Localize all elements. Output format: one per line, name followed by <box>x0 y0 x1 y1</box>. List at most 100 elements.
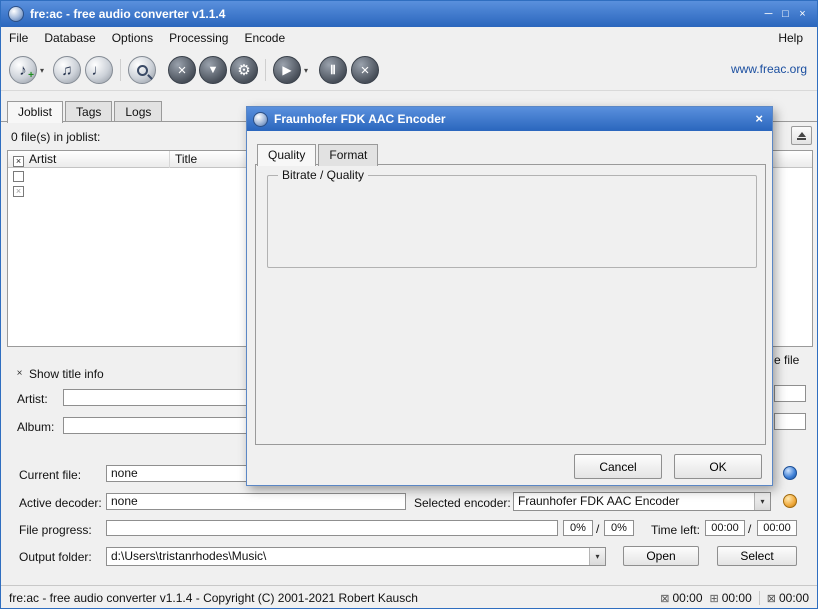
pause-icon: Ⅱ <box>330 64 336 76</box>
statusbar-time: 00:00 <box>779 591 809 605</box>
track-percent-box: 0% <box>563 520 593 536</box>
add-files-dropdown-icon[interactable]: ▾ <box>40 66 44 75</box>
statusbar-time: 00:00 <box>672 591 702 605</box>
plus-badge-icon: + <box>28 71 34 81</box>
website-link[interactable]: www.freac.org <box>731 62 807 76</box>
play-icon: ▶ <box>282 64 291 76</box>
remove-entry-button[interactable]: × <box>168 56 196 84</box>
start-encoding-dropdown-icon[interactable]: ▾ <box>304 66 308 75</box>
cddb-query-icon <box>137 65 148 76</box>
selected-encoder-dropdown[interactable]: Fraunhofer FDK AAC Encoder ▾ <box>513 492 771 511</box>
menu-database[interactable]: Database <box>36 28 103 48</box>
add-audio-cd-button[interactable]: ♫ <box>53 56 81 84</box>
file-progress-label: File progress: <box>19 523 92 537</box>
album-label: Album: <box>17 420 54 434</box>
window-title: fre:ac - free audio converter v1.1.4 <box>30 7 225 21</box>
stop-encoding-button[interactable]: × <box>351 56 379 84</box>
close-button[interactable]: × <box>794 8 811 20</box>
time-icon: ⊠ <box>767 592 776 605</box>
cancel-button[interactable]: Cancel <box>574 454 662 479</box>
statusbar-text: fre:ac - free audio converter v1.1.4 - C… <box>9 591 418 605</box>
field-fragment[interactable] <box>774 385 806 402</box>
dialog-logo-icon <box>253 112 268 127</box>
settings-button[interactable]: ⚙ <box>230 56 258 84</box>
main-tabs: Joblist Tags Logs <box>7 101 164 122</box>
app-logo-icon <box>8 6 24 22</box>
stop-icon: × <box>361 63 370 78</box>
chevron-down-icon[interactable]: ▾ <box>589 548 605 565</box>
titlebar[interactable]: fre:ac - free audio converter v1.1.4 ─ □… <box>1 1 817 27</box>
dialog-tab-quality[interactable]: Quality <box>257 144 316 166</box>
select-button[interactable]: Select <box>717 546 797 566</box>
start-encoding-button[interactable]: ▶ <box>273 56 301 84</box>
file-progress-bar <box>106 520 558 536</box>
info-indicator-icon[interactable] <box>783 466 797 480</box>
clear-joblist-button[interactable]: ▼ <box>199 56 227 84</box>
add-files-button[interactable]: ♪ + <box>9 56 37 84</box>
truncated-label-fragment: e file <box>774 353 799 367</box>
dialog-title: Fraunhofer FDK AAC Encoder <box>274 112 446 126</box>
current-file-label: Current file: <box>19 468 81 482</box>
joblist-count-text: 0 file(s) in joblist: <box>11 130 100 144</box>
time-icon: ⊞ <box>710 592 719 605</box>
menu-encode[interactable]: Encode <box>236 28 293 48</box>
collapse-title-info-icon[interactable]: × <box>14 368 25 379</box>
time-left-label: Time left: <box>651 523 700 537</box>
selected-encoder-value: Fraunhofer FDK AAC Encoder <box>518 494 679 508</box>
menubar: File Database Options Processing Encode … <box>1 27 817 49</box>
total-percent-box: 0% <box>604 520 634 536</box>
slash-separator: / <box>748 522 751 536</box>
add-audio-cd-icon: ♫ <box>61 63 72 78</box>
add-file-button[interactable]: ♩ <box>85 56 113 84</box>
time-icon: ⊠ <box>660 592 669 605</box>
open-disc-tray-button[interactable] <box>791 126 812 145</box>
maximize-button[interactable]: □ <box>777 8 794 20</box>
tab-logs[interactable]: Logs <box>114 101 162 122</box>
dialog-close-button[interactable]: × <box>755 111 763 126</box>
add-files-icon: ♪ <box>19 63 27 78</box>
remove-entry-icon: × <box>178 63 187 78</box>
ok-button[interactable]: OK <box>674 454 762 479</box>
tab-joblist[interactable]: Joblist <box>7 101 63 123</box>
toggle-selection-checkbox[interactable]: × <box>13 186 24 197</box>
slash-separator: / <box>596 522 599 536</box>
menu-processing[interactable]: Processing <box>161 28 236 48</box>
bitrate-quality-group: Bitrate / Quality <box>267 175 757 268</box>
toolbar: ♪ + ▾ ♫ ♩ × ▼ ⚙ ▶ ▾ Ⅱ × <box>1 49 817 91</box>
dialog-titlebar[interactable]: Fraunhofer FDK AAC Encoder × <box>247 107 772 131</box>
encoder-config-dialog: Fraunhofer FDK AAC Encoder × Quality For… <box>246 106 773 486</box>
select-none-checkbox[interactable] <box>13 171 24 182</box>
cddb-query-button[interactable] <box>128 56 156 84</box>
toolbar-separator <box>120 59 121 81</box>
warning-indicator-icon[interactable] <box>783 494 797 508</box>
statusbar-time-group: ⊞ 00:00 <box>710 591 752 605</box>
app-window: fre:ac - free audio converter v1.1.4 ─ □… <box>0 0 818 609</box>
time-left-track-box: 00:00 <box>705 520 745 536</box>
column-header-artist[interactable]: Artist <box>24 151 170 168</box>
field-fragment[interactable] <box>774 413 806 430</box>
statusbar: fre:ac - free audio converter v1.1.4 - C… <box>1 585 817 609</box>
output-folder-dropdown[interactable]: d:\Users\tristanrhodes\Music\ ▾ <box>106 547 606 566</box>
add-file-icon: ♩ <box>92 63 107 78</box>
dialog-tab-format[interactable]: Format <box>318 144 378 166</box>
statusbar-separator <box>759 591 760 605</box>
minimize-button[interactable]: ─ <box>760 8 777 20</box>
selected-encoder-label: Selected encoder: <box>414 496 511 510</box>
dialog-tabs: Quality Format <box>257 144 380 166</box>
active-decoder-field: none <box>106 493 406 510</box>
select-all-checkbox[interactable]: × <box>13 156 24 167</box>
toolbar-separator <box>265 59 266 81</box>
tab-tags[interactable]: Tags <box>65 101 112 122</box>
menu-file[interactable]: File <box>1 28 36 48</box>
gear-icon: ⚙ <box>237 63 250 78</box>
pause-encoding-button[interactable]: Ⅱ <box>319 56 347 84</box>
chevron-down-icon[interactable]: ▾ <box>754 493 770 510</box>
menu-help[interactable]: Help <box>770 28 811 48</box>
clear-joblist-icon: ▼ <box>208 65 219 76</box>
artist-label: Artist: <box>17 392 48 406</box>
show-title-info-label[interactable]: Show title info <box>29 367 104 381</box>
menu-options[interactable]: Options <box>104 28 161 48</box>
group-title: Bitrate / Quality <box>278 168 368 182</box>
statusbar-time-group: ⊠ 00:00 <box>660 591 702 605</box>
open-button[interactable]: Open <box>623 546 699 566</box>
